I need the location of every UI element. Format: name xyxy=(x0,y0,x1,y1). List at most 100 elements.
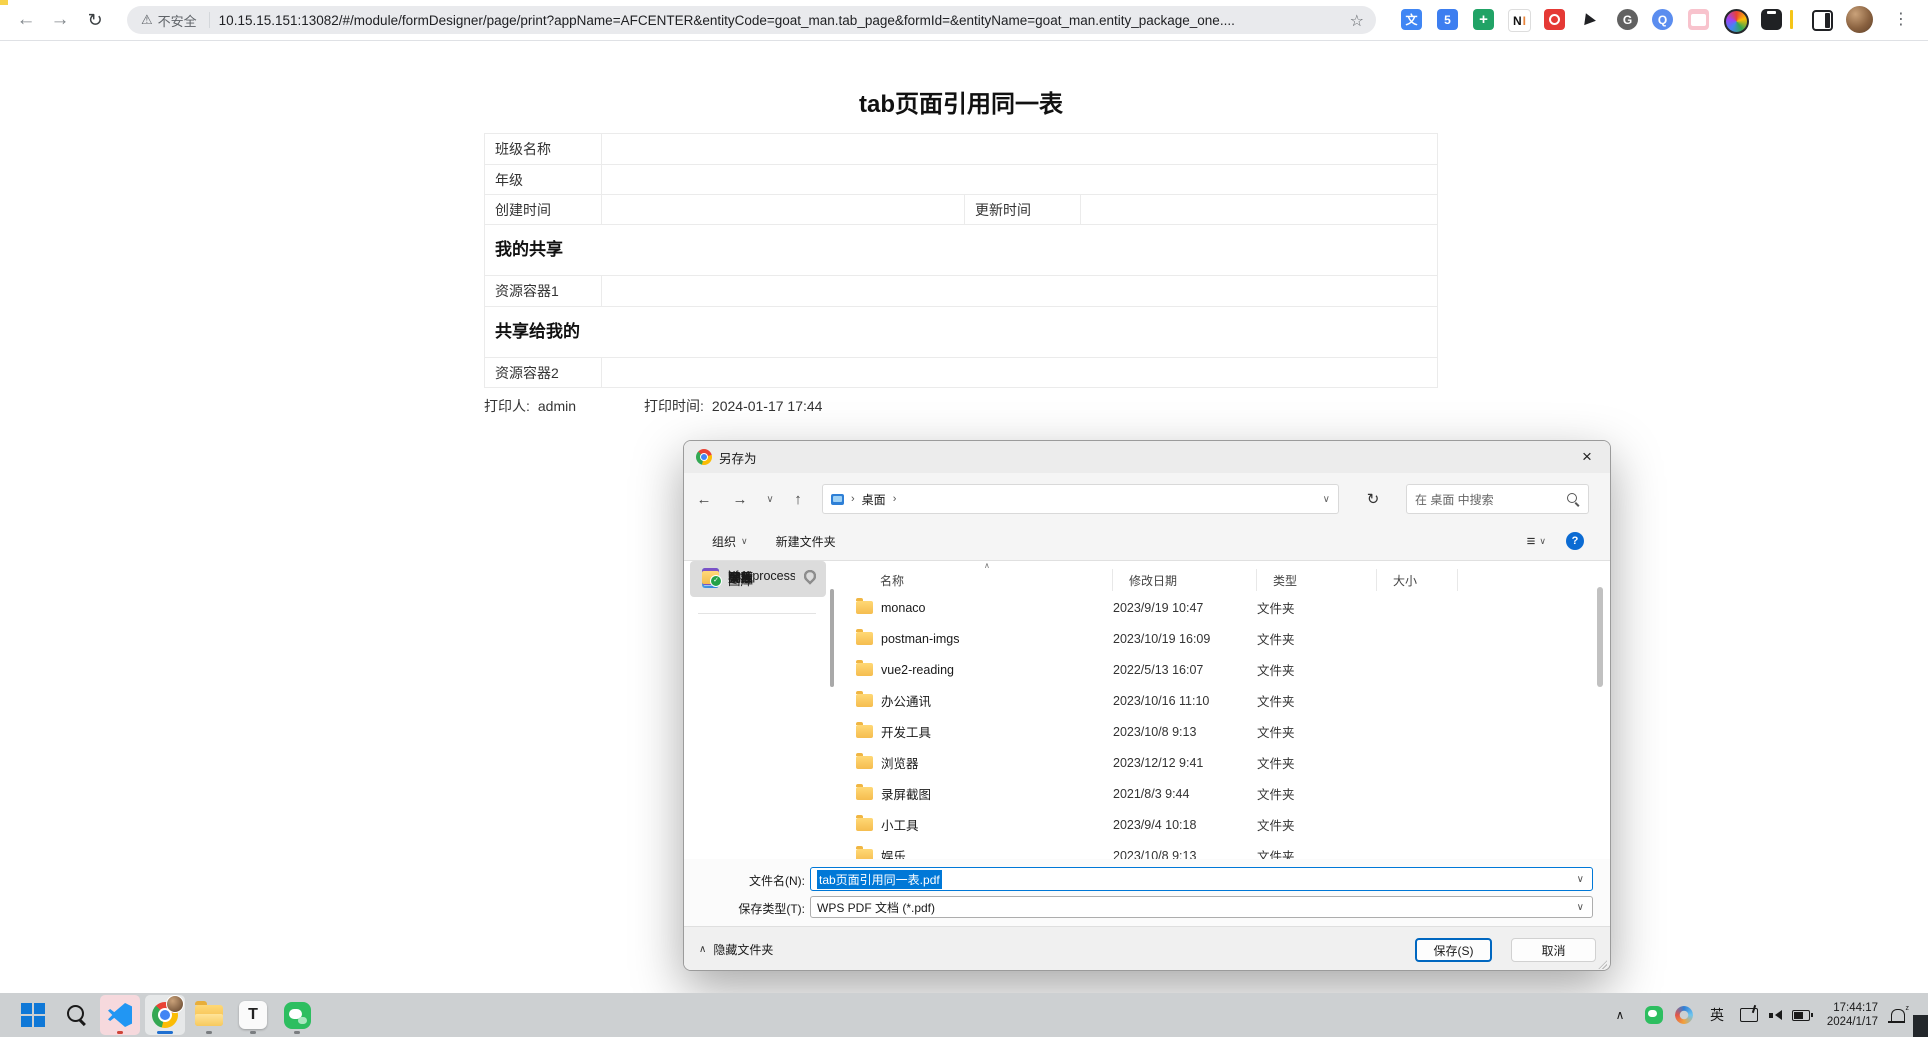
sidebar-toggle-icon[interactable] xyxy=(1812,10,1833,31)
file-row[interactable]: 办公通讯 2023/10/16 11:10 文件夹 xyxy=(851,685,1551,716)
nav-up-icon[interactable]: ↑ xyxy=(784,483,812,515)
dialog-navbar: ← → ∨ ↑ › 桌面 › ∨ ↻ 在 桌面 中搜索 xyxy=(684,483,1610,515)
file-date: 2023/10/19 16:09 xyxy=(1113,632,1257,646)
profile-avatar[interactable] xyxy=(1846,6,1873,33)
bookmark-star-icon[interactable]: ☆ xyxy=(1350,11,1364,31)
url-text[interactable]: 10.15.15.151:13082/#/module/formDesigner… xyxy=(210,13,1235,28)
breadcrumb-item-desktop[interactable]: 桌面 xyxy=(862,491,886,508)
tray-wechat-icon[interactable] xyxy=(1642,993,1666,1037)
folder-icon xyxy=(856,632,873,645)
file-date: 2023/9/4 10:18 xyxy=(1113,818,1257,832)
folder-icon xyxy=(856,756,873,769)
table-plus-extension-icon[interactable]: + xyxy=(1473,9,1494,30)
column-header-date[interactable]: 修改日期 xyxy=(1113,569,1257,591)
forward-icon[interactable]: → xyxy=(44,4,76,36)
nav-forward-icon[interactable]: → xyxy=(726,483,754,515)
address-bar[interactable]: ⚠ 不安全 10.15.15.151:13082/#/module/formDe… xyxy=(127,6,1376,34)
g-circle-extension-icon[interactable]: G xyxy=(1617,9,1638,30)
camera-extension-icon[interactable] xyxy=(1544,9,1565,30)
help-button[interactable]: ? xyxy=(1566,532,1584,550)
tray-swirl-icon[interactable] xyxy=(1672,993,1696,1037)
column-header-type[interactable]: 类型 xyxy=(1257,569,1377,591)
pinned-divider xyxy=(1790,10,1793,29)
ime-indicator[interactable]: 英 xyxy=(1704,993,1730,1037)
file-list-scrollbar[interactable] xyxy=(1597,587,1603,687)
start-button[interactable] xyxy=(13,995,53,1035)
file-row[interactable]: 娱乐 2023/10/8 9:13 文件夹 xyxy=(851,840,1551,859)
vscode-icon xyxy=(108,1003,132,1027)
sidebar-item[interactable]: bfp_process_c xyxy=(690,561,826,591)
field-label: 资源容器2 xyxy=(485,358,602,387)
column-header-name[interactable]: 名称 xyxy=(851,569,1113,591)
tray-speaker-icon[interactable] xyxy=(1764,993,1788,1037)
chevron-down-icon[interactable]: ∨ xyxy=(1577,902,1584,913)
filename-input[interactable]: tab页面引用同一表.pdf ∨ xyxy=(810,867,1593,891)
taskbar-chrome-button[interactable] xyxy=(145,995,185,1035)
file-row[interactable]: monaco 2023/9/19 10:47 文件夹 xyxy=(851,592,1551,623)
organize-button[interactable]: 组织∨ xyxy=(712,533,748,550)
dialog-content: 图库 桌面 下载 文档 xyxy=(684,561,1610,859)
tray-display-pen-icon[interactable] xyxy=(1736,993,1762,1037)
filename-value: tab页面引用同一表.pdf xyxy=(817,870,942,889)
taskbar-wechat-button[interactable] xyxy=(277,995,317,1035)
folder-icon xyxy=(856,601,873,614)
cancel-button[interactable]: 取消 xyxy=(1511,938,1596,962)
file-row[interactable]: 浏览器 2023/12/12 9:41 文件夹 xyxy=(851,747,1551,778)
chevron-down-icon[interactable]: ∨ xyxy=(1577,874,1584,885)
file-type: 文件夹 xyxy=(1257,691,1377,710)
tv-extension-icon[interactable] xyxy=(1688,9,1709,30)
file-date: 2023/10/8 9:13 xyxy=(1113,725,1257,739)
resize-grip[interactable] xyxy=(1598,960,1607,969)
search-input[interactable]: 在 桌面 中搜索 xyxy=(1406,484,1589,514)
breadcrumb-dropdown-icon[interactable]: ∨ xyxy=(1323,494,1330,505)
brain-extension-icon[interactable] xyxy=(1724,9,1749,34)
refresh-icon[interactable]: ↻ xyxy=(1356,484,1390,514)
show-desktop-corner[interactable] xyxy=(1913,1015,1928,1037)
save-button[interactable]: 保存(S) xyxy=(1415,938,1492,962)
section-heading: 我的共享 xyxy=(485,224,1437,275)
file-row[interactable]: vue2-reading 2022/5/13 16:07 文件夹 xyxy=(851,654,1551,685)
new-folder-button[interactable]: 新建文件夹 xyxy=(776,533,836,550)
taskbar-typora-button[interactable]: T xyxy=(233,995,273,1035)
sidebar-divider xyxy=(698,613,816,614)
hide-folders-button[interactable]: ∧ 隐藏文件夹 xyxy=(699,941,773,958)
breadcrumb[interactable]: › 桌面 › ∨ xyxy=(822,484,1339,514)
file-type: 文件夹 xyxy=(1257,784,1377,803)
column-header-size[interactable]: 大小 xyxy=(1377,569,1458,591)
tray-overflow-chevron-icon[interactable]: ∧ xyxy=(1608,993,1632,1037)
q-circle-extension-icon[interactable]: Q xyxy=(1652,9,1673,30)
nav-back-icon[interactable]: ← xyxy=(690,483,718,515)
file-row[interactable]: 小工具 2023/9/4 10:18 文件夹 xyxy=(851,809,1551,840)
translate-extension-icon[interactable]: 文 xyxy=(1401,9,1422,30)
folder-icon xyxy=(856,849,873,859)
browser-menu-kebab-icon[interactable]: ⋮ xyxy=(1893,9,1909,29)
sidebar-scrollbar[interactable] xyxy=(830,589,834,687)
close-icon[interactable]: × xyxy=(1564,441,1610,473)
reload-icon[interactable]: ↻ xyxy=(79,4,111,36)
file-list-header: 名称 修改日期 类型 大小 xyxy=(851,569,1550,591)
taskbar-vscode-button[interactable] xyxy=(100,995,140,1035)
save-type-select[interactable]: WPS PDF 文档 (*.pdf) ∨ xyxy=(810,896,1593,918)
back-icon[interactable]: ← xyxy=(10,4,42,36)
taskbar-explorer-button[interactable] xyxy=(189,995,229,1035)
cursor-extension-icon[interactable] xyxy=(1580,9,1601,30)
five-extension-icon[interactable]: 5 xyxy=(1437,9,1458,30)
file-row[interactable]: 录屏截图 2021/8/3 9:44 文件夹 xyxy=(851,778,1551,809)
view-mode-button[interactable]: ≡ ∨ xyxy=(1527,533,1546,550)
clipboard-extension-icon[interactable] xyxy=(1761,9,1782,30)
taskbar-search-button[interactable] xyxy=(57,995,97,1035)
dialog-titlebar[interactable]: 另存为 xyxy=(684,441,1610,473)
tray-notification-bell-icon[interactable]: z xyxy=(1884,993,1912,1037)
file-row[interactable]: 开发工具 2023/10/8 9:13 文件夹 xyxy=(851,716,1551,747)
wechat-icon xyxy=(284,1002,311,1029)
file-row[interactable]: postman-imgs 2023/10/19 16:09 文件夹 xyxy=(851,623,1551,654)
field-value xyxy=(602,165,1437,194)
tray-clock[interactable]: 17:44:17 2024/1/17 xyxy=(1814,993,1878,1037)
file-type: 文件夹 xyxy=(1257,629,1377,648)
clock-date: 2024/1/17 xyxy=(1827,1015,1878,1029)
file-name: 录屏截图 xyxy=(881,784,931,803)
nav-recent-chevron-icon[interactable]: ∨ xyxy=(756,483,784,515)
security-chip[interactable]: ⚠ 不安全 xyxy=(127,11,209,30)
tray-battery-icon[interactable] xyxy=(1788,993,1814,1037)
notion-extension-icon[interactable]: NI xyxy=(1508,9,1531,32)
